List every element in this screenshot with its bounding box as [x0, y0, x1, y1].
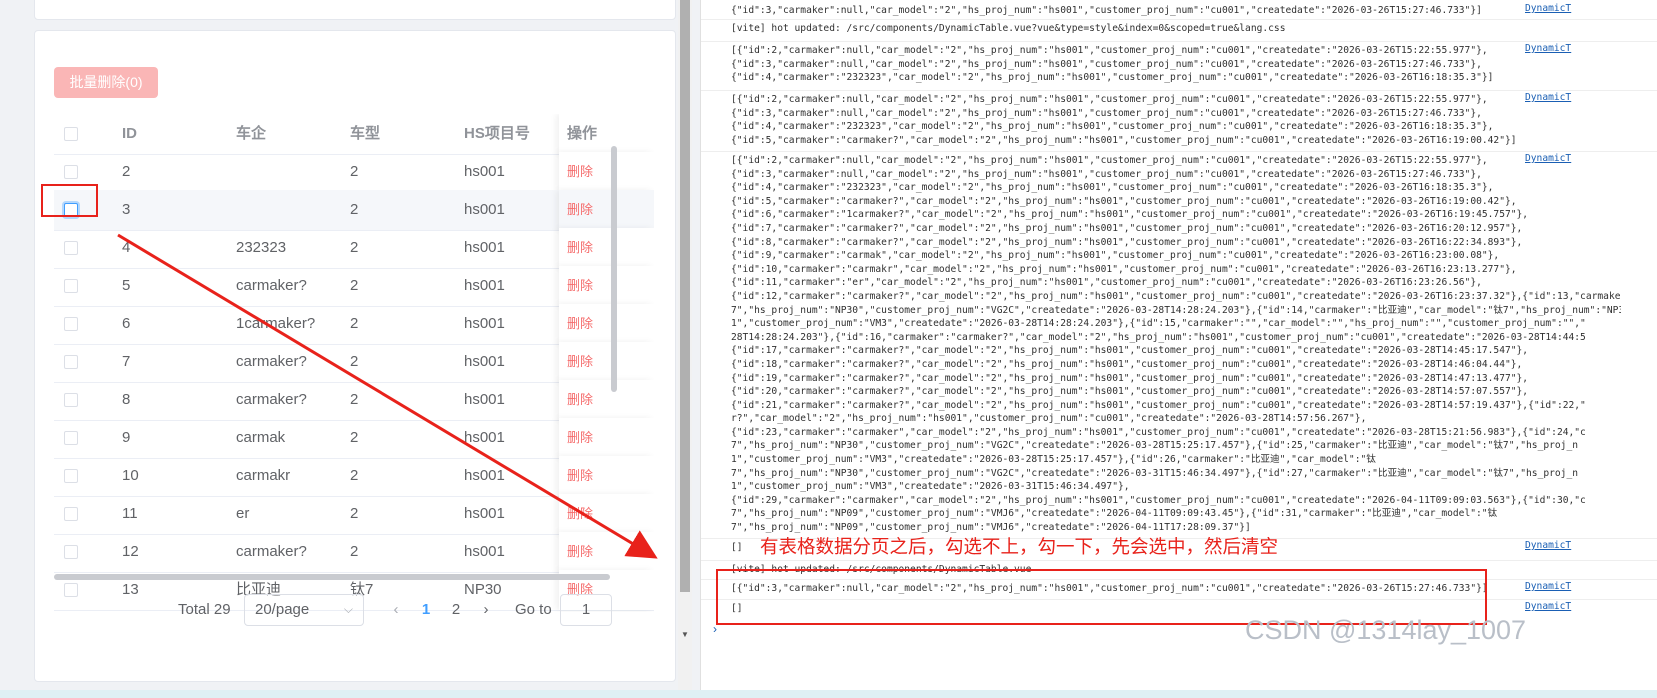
- annotation-arrow: [117, 233, 658, 559]
